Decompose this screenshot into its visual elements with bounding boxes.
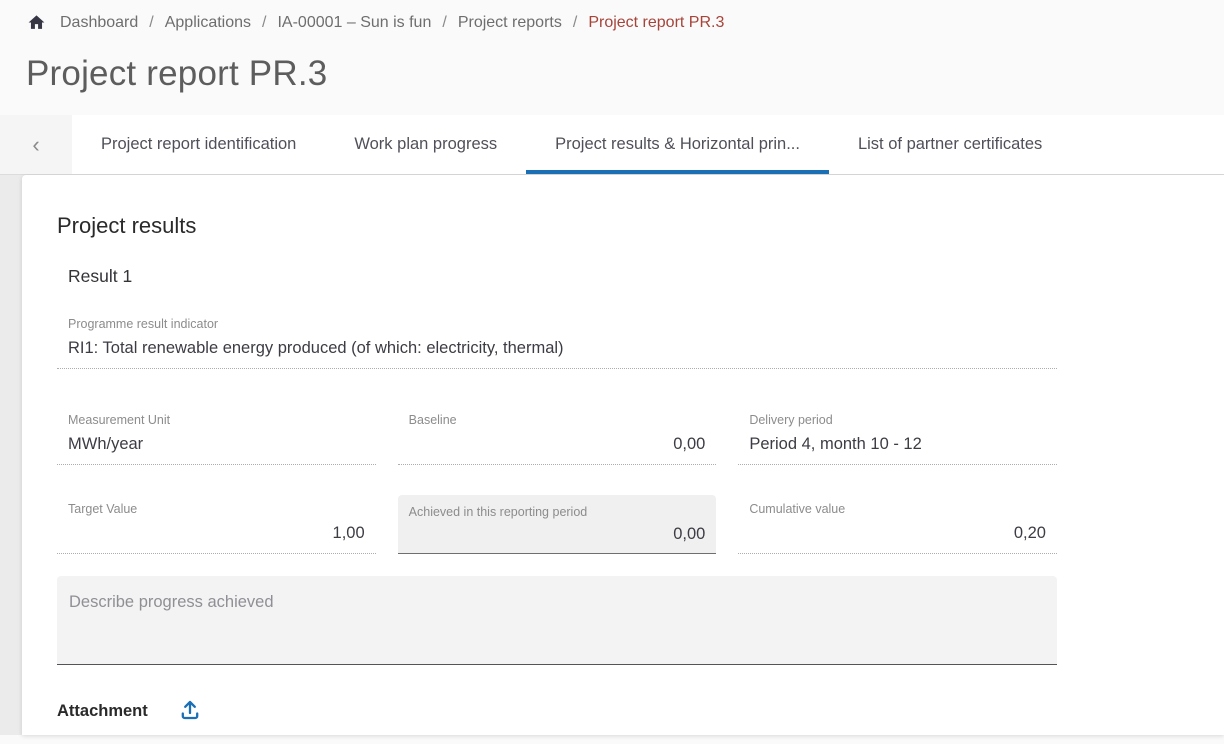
upload-icon (178, 698, 202, 725)
breadcrumb-applications[interactable]: Applications (165, 14, 251, 32)
breadcrumb-separator: / (262, 14, 266, 32)
field-label: Baseline (409, 412, 706, 429)
field-value: 1,00 (68, 522, 365, 544)
field-value: 0,20 (749, 522, 1046, 544)
attachment-label: Attachment (57, 702, 148, 721)
breadcrumb-separator: / (149, 14, 153, 32)
tab-list-of-partner-certificates[interactable]: List of partner certificates (829, 115, 1071, 174)
field-label: Measurement Unit (68, 412, 365, 429)
field-value: MWh/year (68, 433, 365, 455)
describe-progress-textarea[interactable] (57, 576, 1057, 665)
section-title: Project results (57, 213, 1057, 239)
breadcrumb: Dashboard / Applications / IA-00001 – Su… (0, 0, 1224, 32)
breadcrumb-separator: / (573, 14, 577, 32)
breadcrumb-application-id[interactable]: IA-00001 – Sun is fun (277, 14, 431, 32)
field-measurement-unit: Measurement Unit MWh/year (57, 407, 376, 465)
tab-project-report-identification[interactable]: Project report identification (72, 115, 325, 174)
field-label: Target Value (68, 501, 365, 518)
attachment-section: Attachment (57, 696, 1057, 727)
tab-project-results-horizontal-principles[interactable]: Project results & Horizontal prin... (526, 115, 829, 174)
field-achieved-in-reporting-period: Achieved in this reporting period (398, 495, 717, 554)
tab-bar: ‹ Project report identification Work pla… (0, 115, 1224, 175)
page-title: Project report PR.3 (26, 54, 1224, 94)
field-value: 0,00 (409, 433, 706, 455)
breadcrumb-dashboard[interactable]: Dashboard (60, 14, 138, 32)
home-icon[interactable] (27, 13, 46, 32)
field-delivery-period: Delivery period Period 4, month 10 - 12 (738, 407, 1057, 465)
content-area: Project results Result 1 Programme resul… (0, 175, 1224, 735)
tab-work-plan-progress[interactable]: Work plan progress (325, 115, 526, 174)
achieved-value-input[interactable] (409, 525, 706, 544)
upload-attachment-button[interactable] (176, 696, 204, 727)
result-title: Result 1 (68, 266, 1057, 287)
project-results-card: Project results Result 1 Programme resul… (22, 175, 1224, 735)
tab-label: Project results & Horizontal prin... (555, 135, 800, 154)
field-label: Programme result indicator (68, 316, 1046, 333)
breadcrumb-separator: / (442, 14, 446, 32)
field-value: Period 4, month 10 - 12 (749, 433, 1046, 455)
tab-label: List of partner certificates (858, 135, 1042, 154)
tabs: Project report identification Work plan … (72, 115, 1224, 174)
tabs-scroll-left-button[interactable]: ‹ (0, 115, 72, 174)
field-baseline: Baseline 0,00 (398, 407, 717, 465)
chevron-left-icon: ‹ (32, 132, 39, 158)
tab-label: Project report identification (101, 135, 296, 154)
field-programme-result-indicator: Programme result indicator RI1: Total re… (57, 311, 1057, 369)
field-cumulative-value: Cumulative value 0,20 (738, 496, 1057, 554)
tab-label: Work plan progress (354, 135, 497, 154)
field-label: Achieved in this reporting period (409, 504, 706, 521)
field-label: Cumulative value (749, 501, 1046, 518)
field-value: RI1: Total renewable energy produced (of… (68, 337, 1046, 359)
breadcrumb-current-page: Project report PR.3 (588, 14, 724, 32)
field-target-value: Target Value 1,00 (57, 496, 376, 554)
breadcrumb-project-reports[interactable]: Project reports (458, 14, 562, 32)
field-label: Delivery period (749, 412, 1046, 429)
